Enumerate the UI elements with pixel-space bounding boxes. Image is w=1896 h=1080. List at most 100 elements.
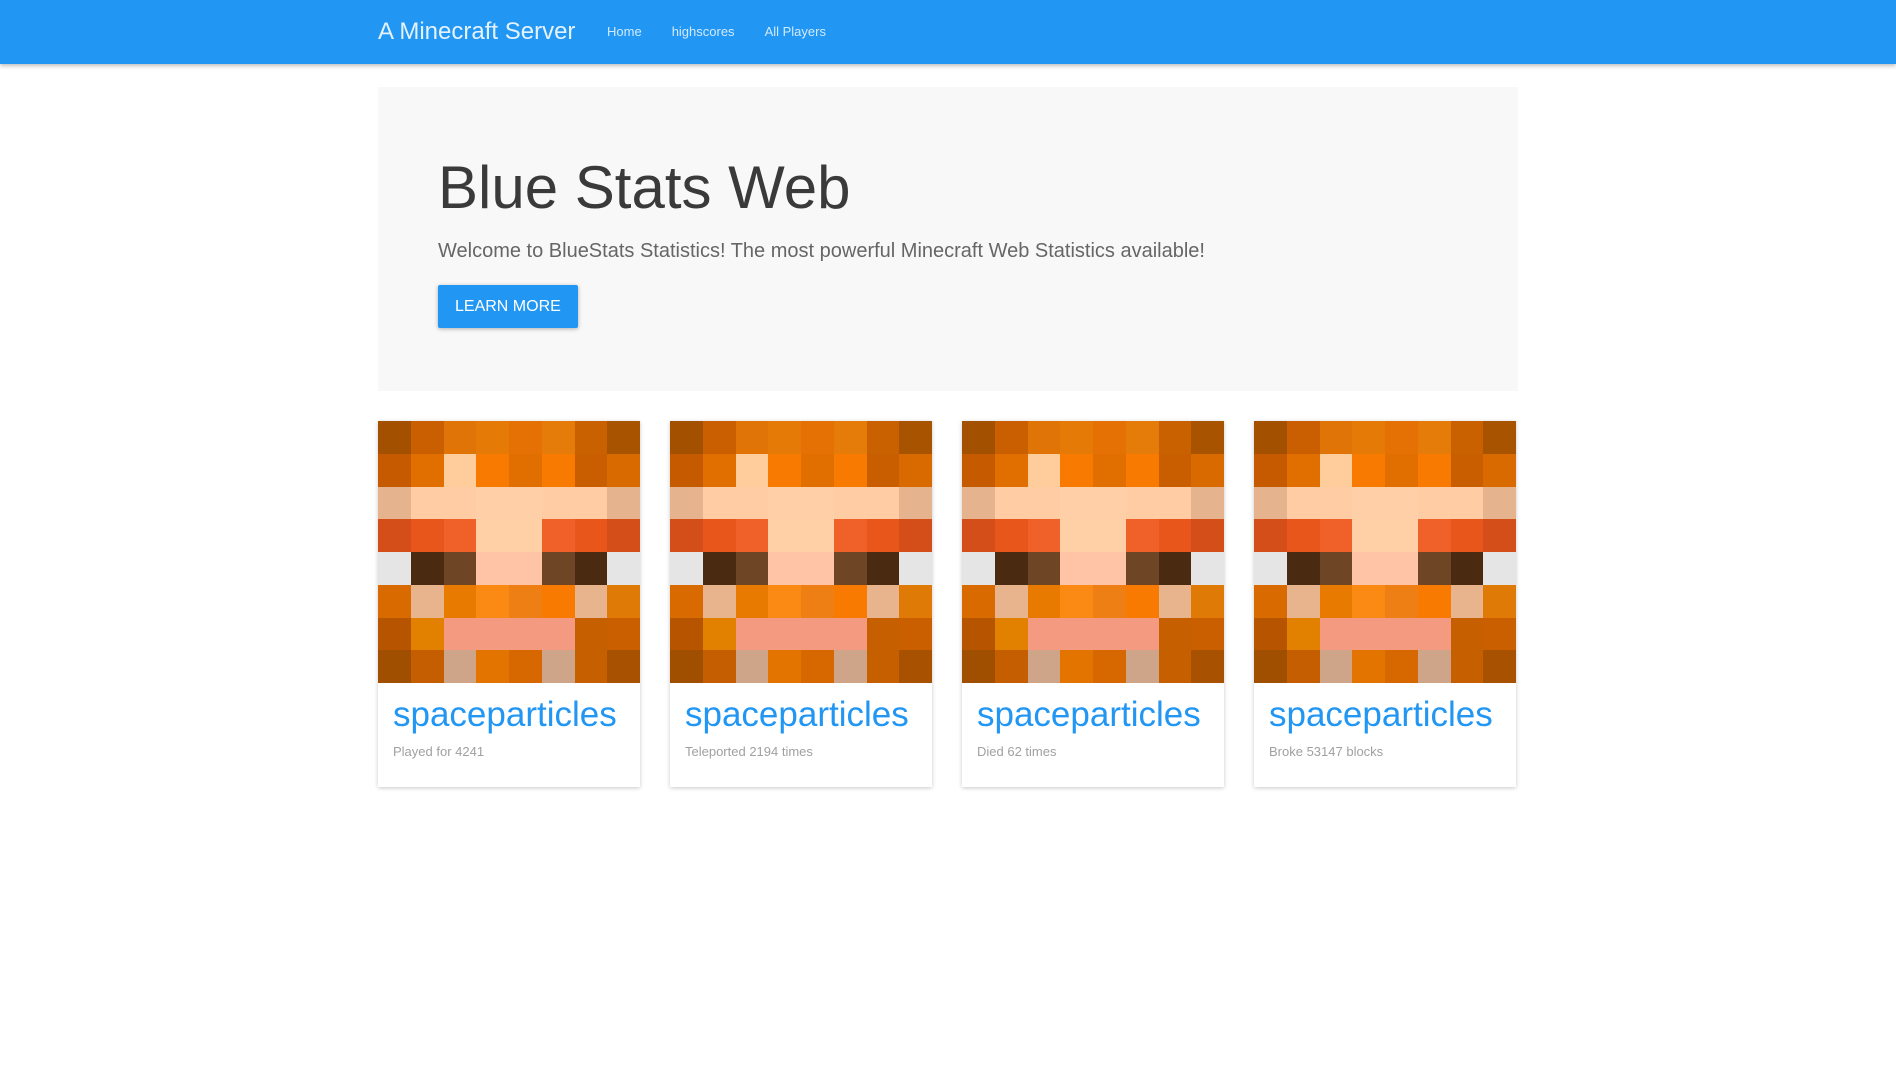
skin-pixel <box>1093 584 1126 618</box>
skin-pixel <box>1483 617 1516 651</box>
skin-pixel <box>899 486 932 520</box>
skin-pixel <box>1417 617 1451 651</box>
skin-pixel <box>443 486 477 520</box>
player-card[interactable]: spaceparticles Played for 4241 <box>378 421 640 787</box>
skin-pixel <box>1286 552 1320 585</box>
player-stat: Played for 4241 <box>393 744 485 759</box>
brand-link[interactable]: A Minecraft Server <box>378 0 575 64</box>
skin-pixel <box>1385 650 1418 683</box>
skin-pixel <box>801 486 834 520</box>
skin-pixel <box>541 421 575 454</box>
skin-pixel <box>378 552 411 585</box>
skin-pixel <box>702 552 736 585</box>
skin-pixel <box>962 650 995 683</box>
skin-pixel <box>735 519 769 552</box>
skin-pixel <box>1352 552 1385 585</box>
nav-link-highscores[interactable]: highscores <box>657 0 750 64</box>
player-name[interactable]: spaceparticles <box>977 695 1201 735</box>
skin-pixel <box>702 486 736 520</box>
skin-pixel <box>1352 421 1385 454</box>
skin-pixel <box>1191 552 1224 585</box>
skin-pixel <box>899 650 932 683</box>
player-name[interactable]: spaceparticles <box>1269 695 1493 735</box>
skin-pixel <box>1027 421 1061 454</box>
skin-pixel <box>866 421 900 454</box>
skin-pixel <box>1093 421 1126 454</box>
skin-pixel <box>1027 552 1061 585</box>
skin-pixel <box>994 486 1028 520</box>
skin-pixel <box>962 453 995 487</box>
skin-pixel <box>410 453 444 487</box>
skin-pixel <box>1385 453 1418 487</box>
skin-pixel <box>1286 421 1320 454</box>
skin-pixel <box>1060 552 1093 585</box>
player-stat: Teleported 2194 times <box>685 744 813 759</box>
skin-pixel <box>768 552 801 585</box>
hero-subtitle: Welcome to BlueStats Statistics! The mos… <box>438 240 1205 262</box>
skin-pixel <box>410 552 444 585</box>
skin-pixel <box>1191 584 1224 618</box>
skin-pixel <box>1125 552 1159 585</box>
skin-pixel <box>670 519 703 552</box>
skin-pixel <box>994 552 1028 585</box>
skin-pixel <box>1417 453 1451 487</box>
skin-pixel <box>1027 519 1061 552</box>
skin-pixel <box>1352 617 1385 651</box>
skin-pixel <box>1093 650 1126 683</box>
skin-pixel <box>541 584 575 618</box>
skin-pixel <box>1027 617 1061 651</box>
player-name[interactable]: spaceparticles <box>685 695 909 735</box>
nav-link-home[interactable]: Home <box>592 0 657 64</box>
skin-pixel <box>476 650 509 683</box>
skin-pixel <box>1319 486 1353 520</box>
skin-pixel <box>378 650 411 683</box>
learn-more-button[interactable]: LEARN MORE <box>438 285 578 328</box>
skin-pixel <box>1254 584 1287 618</box>
skin-pixel <box>866 552 900 585</box>
skin-pixel <box>1093 519 1126 552</box>
skin-pixel <box>1483 486 1516 520</box>
skin-pixel <box>476 421 509 454</box>
skin-pixel <box>1450 584 1484 618</box>
player-card[interactable]: spaceparticles Died 62 times <box>962 421 1224 787</box>
skin-pixel <box>541 617 575 651</box>
skin-pixel <box>1483 519 1516 552</box>
skin-pixel <box>1191 617 1224 651</box>
skin-pixel <box>866 650 900 683</box>
skin-pixel <box>1417 584 1451 618</box>
skin-pixel <box>735 617 769 651</box>
player-card[interactable]: spaceparticles Broke 53147 blocks <box>1254 421 1516 787</box>
skin-pixel <box>607 552 640 585</box>
player-card[interactable]: spaceparticles Teleported 2194 times <box>670 421 932 787</box>
player-name[interactable]: spaceparticles <box>393 695 617 735</box>
skin-pixel <box>702 617 736 651</box>
skin-pixel <box>1417 650 1451 683</box>
skin-pixel <box>768 421 801 454</box>
skin-pixel <box>801 552 834 585</box>
skin-pixel <box>1352 486 1385 520</box>
skin-pixel <box>768 453 801 487</box>
skin-pixel <box>410 421 444 454</box>
skin-pixel <box>670 453 703 487</box>
skin-pixel <box>443 584 477 618</box>
skin-pixel <box>1093 552 1126 585</box>
skin-pixel <box>1191 421 1224 454</box>
nav-link-all-players[interactable]: All Players <box>750 0 841 64</box>
skin-pixel <box>801 453 834 487</box>
skin-pixel <box>1191 486 1224 520</box>
skin-pixel <box>1286 650 1320 683</box>
skin-pixel <box>1286 486 1320 520</box>
skin-pixel <box>833 486 867 520</box>
skin-pixel <box>541 486 575 520</box>
hero-jumbotron: Blue Stats Web Welcome to BlueStats Stat… <box>378 87 1518 391</box>
skin-pixel <box>994 650 1028 683</box>
skin-pixel <box>702 584 736 618</box>
skin-pixel <box>1060 519 1093 552</box>
skin-pixel <box>476 584 509 618</box>
skin-pixel <box>1060 453 1093 487</box>
skin-pixel <box>1254 650 1287 683</box>
skin-pixel <box>1319 650 1353 683</box>
skin-pixel <box>1125 519 1159 552</box>
skin-pixel <box>1191 519 1224 552</box>
skin-pixel <box>1125 453 1159 487</box>
